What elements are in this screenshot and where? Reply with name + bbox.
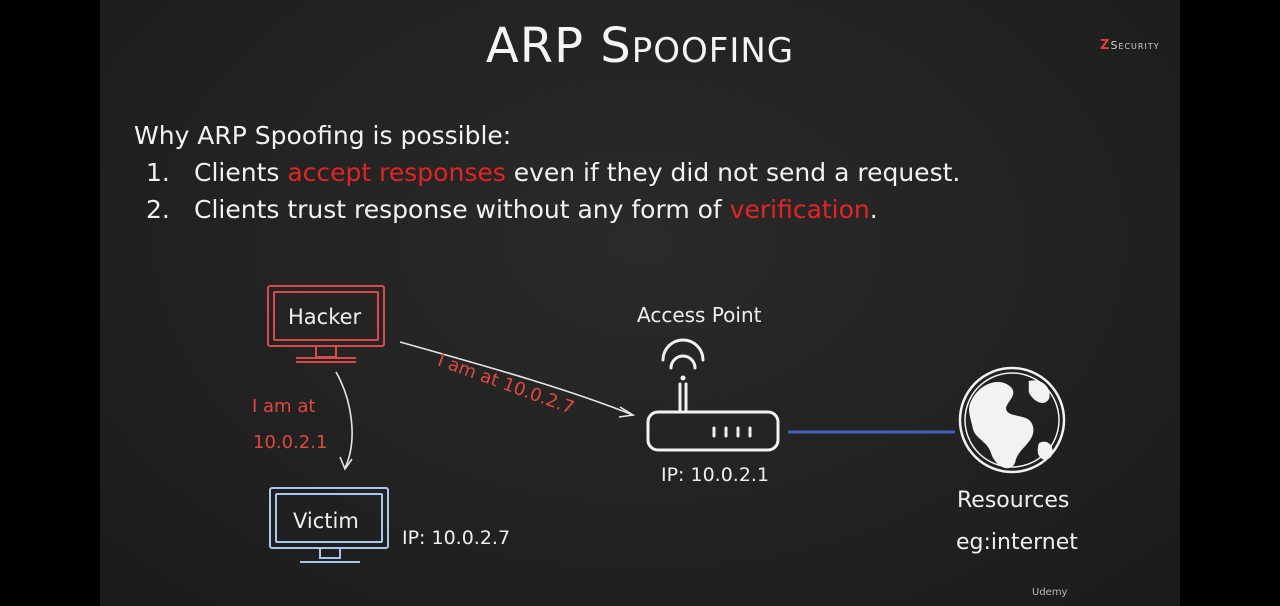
access-point-ip: IP: 10.0.2.1: [661, 464, 770, 486]
spoof-message-to-victim-line2: 10.0.2.1: [253, 432, 328, 453]
slide: ARP Spoofing ZSecurity Why ARP Spoofing …: [100, 0, 1180, 606]
resources-sublabel: eg:internet: [956, 530, 1078, 555]
spoof-arrow-to-victim: [335, 371, 353, 471]
hacker-label: Hacker: [288, 305, 362, 329]
udemy-watermark: Udemy: [1032, 587, 1068, 598]
resources-label: Resources: [957, 488, 1070, 513]
victim-ip: IP: 10.0.2.7: [402, 527, 511, 549]
globe-icon: [958, 366, 1066, 474]
spoof-message-to-victim-line1: I am at: [252, 396, 316, 417]
access-point-label: Access Point: [637, 303, 762, 327]
router-icon: [646, 338, 780, 452]
victim-label: Victim: [293, 509, 359, 533]
